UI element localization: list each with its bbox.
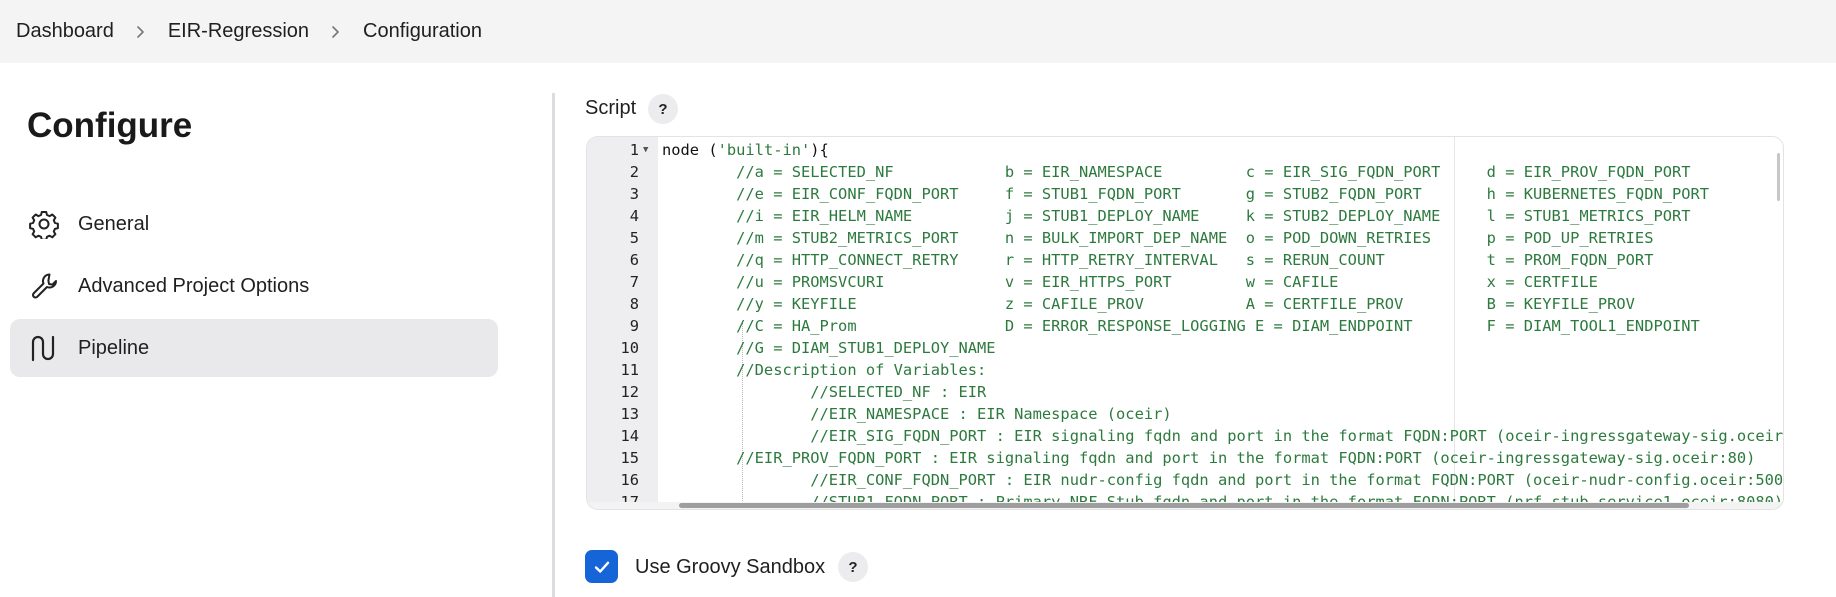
line-number: 8 bbox=[629, 295, 639, 313]
code-line: 13 //EIR_NAMESPACE : EIR Namespace (ocei… bbox=[587, 403, 1783, 425]
code-text: //e = EIR_CONF_FQDN_PORT f = STUB1_FQDN_… bbox=[662, 185, 1710, 203]
line-number: 10 bbox=[620, 339, 639, 357]
chevron-right-icon bbox=[114, 25, 168, 39]
line-number: 11 bbox=[620, 361, 639, 379]
code-lines: 1 ▼ node ('built-in'){ 2 //a = SELECTED_NF … bbox=[587, 139, 1783, 509]
line-number: 5 bbox=[629, 229, 639, 247]
checkmark-icon bbox=[594, 561, 609, 573]
wrench-icon bbox=[28, 270, 60, 302]
code-line: 10 //G = DIAM_STUB1_DEPLOY_NAME bbox=[587, 337, 1783, 359]
use-groovy-sandbox-checkbox[interactable] bbox=[585, 550, 618, 583]
code-text: //u = PROMSVCURI v = EIR_HTTPS_PORT w = … bbox=[662, 273, 1598, 291]
code-text: //a = SELECTED_NF b = EIR_NAMESPACE c = … bbox=[662, 163, 1691, 181]
code-line: 5 //m = STUB2_METRICS_PORT n = BULK_IMPO… bbox=[587, 227, 1783, 249]
code-text: //EIR_PROV_FQDN_PORT : EIR signaling fqd… bbox=[662, 449, 1756, 467]
breadcrumb: Dashboard EIR-Regression Configuration bbox=[0, 0, 1836, 63]
pipeline-icon bbox=[28, 332, 60, 364]
code-text: //Description of Variables: bbox=[662, 361, 987, 379]
use-groovy-sandbox-label[interactable]: Use Groovy Sandbox bbox=[635, 556, 825, 579]
line-number: 12 bbox=[620, 383, 639, 401]
gear-icon bbox=[28, 208, 60, 240]
line-number: 16 bbox=[620, 471, 639, 489]
code-text: //m = STUB2_METRICS_PORT n = BULK_IMPORT… bbox=[662, 229, 1654, 247]
code-text: //i = EIR_HELM_NAME j = STUB1_DEPLOY_NAM… bbox=[662, 207, 1691, 225]
code-line: 2 //a = SELECTED_NF b = EIR_NAMESPACE c … bbox=[587, 161, 1783, 183]
line-number: 13 bbox=[620, 405, 639, 423]
code-line: 15 //EIR_PROV_FQDN_PORT : EIR signaling … bbox=[587, 447, 1783, 469]
script-help-button[interactable]: ? bbox=[648, 94, 678, 124]
script-label: Script bbox=[585, 97, 637, 119]
code-text: //q = HTTP_CONNECT_RETRY r = HTTP_RETRY_… bbox=[662, 251, 1654, 269]
line-number: 6 bbox=[629, 251, 639, 269]
line-number: 1 bbox=[629, 141, 639, 159]
code-text: //EIR_CONF_FQDN_PORT : EIR nudr-config f… bbox=[662, 471, 1784, 489]
fold-toggle-icon[interactable]: ▼ bbox=[643, 139, 653, 161]
sidebar-item-general[interactable]: General bbox=[10, 195, 498, 253]
code-line: 9 //C = HA_Prom D = ERROR_RESPONSE_LOGGI… bbox=[587, 315, 1783, 337]
sandbox-help-button[interactable]: ? bbox=[838, 552, 868, 582]
line-number: 14 bbox=[620, 427, 639, 445]
code-text: //y = KEYFILE z = CAFILE_PROV A = CERTFI… bbox=[662, 295, 1635, 313]
horizontal-scrollbar[interactable] bbox=[587, 502, 1783, 509]
code-line: 16 //EIR_CONF_FQDN_PORT : EIR nudr-confi… bbox=[587, 469, 1783, 491]
code-line: 7 //u = PROMSVCURI v = EIR_HTTPS_PORT w … bbox=[587, 271, 1783, 293]
code-text: //EIR_SIG_FQDN_PORT : EIR signaling fqdn… bbox=[662, 427, 1784, 445]
breadcrumb-dashboard[interactable]: Dashboard bbox=[16, 20, 114, 43]
vertical-scrollbar[interactable] bbox=[1777, 153, 1780, 201]
code-line: 11 //Description of Variables: bbox=[587, 359, 1783, 381]
code-text: //C = HA_Prom D = ERROR_RESPONSE_LOGGING… bbox=[662, 317, 1700, 335]
code-line: 3 //e = EIR_CONF_FQDN_PORT f = STUB1_FQD… bbox=[587, 183, 1783, 205]
code-line: 12 //SELECTED_NF : EIR bbox=[587, 381, 1783, 403]
line-number: 15 bbox=[620, 449, 639, 467]
line-number: 3 bbox=[629, 185, 639, 203]
line-number: 2 bbox=[629, 163, 639, 181]
chevron-right-icon bbox=[309, 25, 363, 39]
code-line: 14 //EIR_SIG_FQDN_PORT : EIR signaling f… bbox=[587, 425, 1783, 447]
section-divider bbox=[552, 93, 555, 597]
line-number: 9 bbox=[629, 317, 639, 335]
code-text: //SELECTED_NF : EIR bbox=[662, 383, 987, 401]
sidebar-item-label: General bbox=[78, 212, 150, 235]
horizontal-scrollbar-thumb[interactable] bbox=[679, 503, 1689, 508]
code-line: 6 //q = HTTP_CONNECT_RETRY r = HTTP_RETR… bbox=[587, 249, 1783, 271]
code-text: //EIR_NAMESPACE : EIR Namespace (oceir) bbox=[662, 405, 1172, 423]
code-text: //G = DIAM_STUB1_DEPLOY_NAME bbox=[662, 339, 996, 357]
code-line: 1 ▼ node ('built-in'){ bbox=[587, 139, 1783, 161]
code-text: node ('built-in'){ bbox=[662, 141, 829, 159]
script-editor[interactable]: 1 ▼ node ('built-in'){ 2 //a = SELECTED_NF … bbox=[586, 136, 1784, 510]
code-line: 8 //y = KEYFILE z = CAFILE_PROV A = CERT… bbox=[587, 293, 1783, 315]
line-number: 4 bbox=[629, 207, 639, 225]
sidebar-item-label: Pipeline bbox=[78, 336, 150, 359]
breadcrumb-configuration[interactable]: Configuration bbox=[363, 20, 482, 43]
page-title: Configure bbox=[27, 106, 193, 145]
line-number: 7 bbox=[629, 273, 639, 291]
sidebar-item-advanced-project-options[interactable]: Advanced Project Options bbox=[10, 257, 498, 315]
sidebar-item-label: Advanced Project Options bbox=[78, 274, 310, 297]
breadcrumb-project[interactable]: EIR-Regression bbox=[168, 20, 309, 43]
sidebar-item-pipeline[interactable]: Pipeline bbox=[10, 319, 498, 377]
code-line: 4 //i = EIR_HELM_NAME j = STUB1_DEPLOY_N… bbox=[587, 205, 1783, 227]
